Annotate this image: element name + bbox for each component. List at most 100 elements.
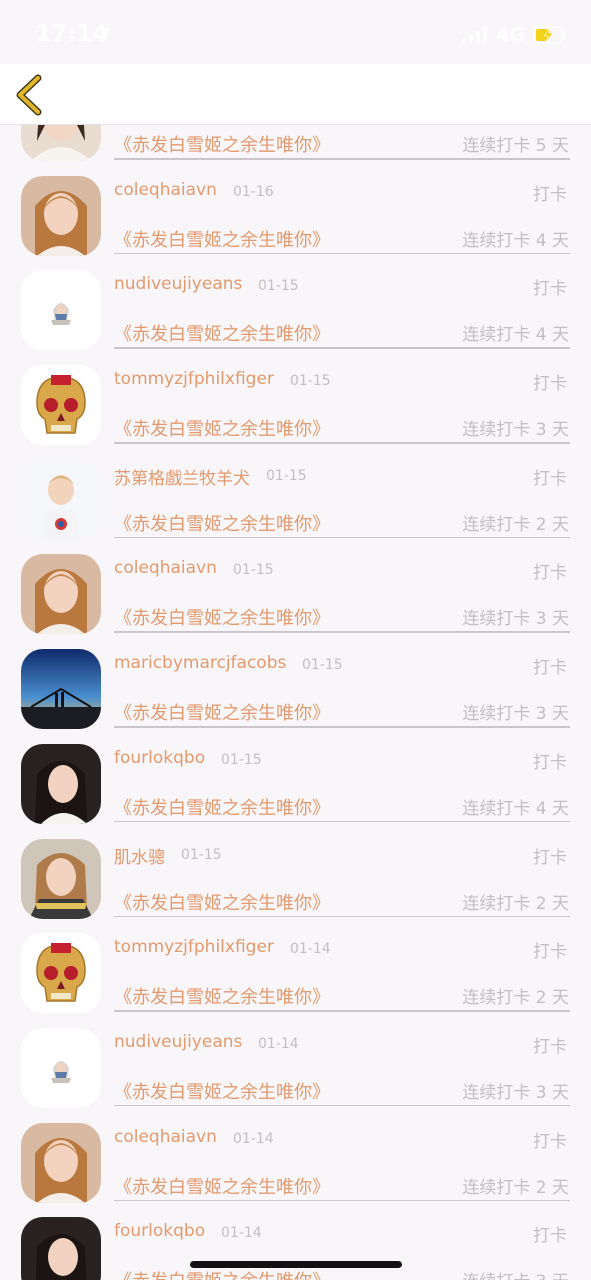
book-title[interactable]: 《赤发白雪姬之余生唯你》 [114,604,330,630]
list-item[interactable]: nudiveujiyeans 01-15 打卡 《赤发白雪姬之余生唯你》 连续打… [0,250,591,351]
streak-label: 连续打卡 3 天 [462,609,569,630]
checkin-date: 01-15 [181,846,222,863]
home-indicator[interactable] [190,1261,402,1268]
checkin-date: 01-15 [233,562,274,579]
book-title[interactable]: 《赤发白雪姬之余生唯你》 [114,699,330,725]
book-title[interactable]: 《赤发白雪姬之余生唯你》 [114,320,330,346]
book-title[interactable]: 《赤发白雪姬之余生唯你》 [114,226,330,252]
checkin-date: 01-15 [221,751,262,768]
avatar-image [21,554,101,635]
book-title[interactable]: 《赤发白雪姬之余生唯你》 [114,983,330,1009]
avatar-image [21,175,101,256]
avatar[interactable] [21,175,101,256]
checkin-action-label: 打卡 [533,1036,567,1057]
avatar-image [21,1122,101,1203]
book-title[interactable]: 《赤发白雪姬之余生唯你》 [114,794,330,820]
list-item[interactable]: 肌水骢 01-15 打卡 《赤发白雪姬之余生唯你》 连续打卡 2 天 [0,819,591,919]
navigation-bar [0,64,591,125]
checkin-date: 01-15 [302,657,343,674]
avatar[interactable] [21,365,101,446]
streak-label: 连续打卡 3 天 [462,1267,569,1280]
checkin-date: 01-14 [221,1225,262,1242]
list-item[interactable]: coleqhaiavn 01-16 打卡 《赤发白雪姬之余生唯你》 连续打卡 4… [0,156,591,256]
avatar[interactable] [21,1027,101,1108]
network-label: 4G [496,24,525,46]
checkin-date: 01-14 [233,1130,274,1147]
user-name[interactable]: fourlokqbo [114,1221,205,1241]
list-item[interactable]: maricbymarcjfacobs 01-15 打卡 《赤发白雪姬之余生唯你》… [0,629,591,730]
avatar[interactable] [21,270,101,351]
book-title[interactable]: 《赤发白雪姬之余生唯你》 [114,415,330,441]
book-title[interactable]: 《赤发白雪姬之余生唯你》 [114,1173,330,1199]
book-title[interactable]: 《赤发白雪姬之余生唯你》 [114,889,330,915]
checkin-action-label: 打卡 [533,374,567,395]
list-item[interactable]: 《赤发白雪姬之余生唯你》 连续打卡 5 天 [0,125,591,161]
status-bar: 17:14 4G [0,0,591,64]
back-button[interactable] [10,74,50,116]
avatar-image [21,838,101,919]
signal-icon [462,27,488,43]
user-name[interactable]: coleqhaiavn [114,1127,217,1147]
book-title[interactable]: 《赤发白雪姬之余生唯你》 [114,131,330,157]
avatar[interactable] [21,838,101,919]
avatar[interactable] [21,1217,101,1280]
checkin-action-label: 打卡 [533,1131,567,1152]
avatar[interactable] [21,933,101,1014]
avatar-image [21,1027,101,1108]
avatar[interactable] [21,554,101,635]
user-name[interactable]: nudiveujiyeans [114,1032,242,1052]
checkin-action-label: 打卡 [533,468,567,489]
user-name[interactable]: fourlokqbo [114,748,205,768]
list-item[interactable]: tommyzjfphilxfiger 01-14 打卡 《赤发白雪姬之余生唯你》… [0,913,591,1014]
checkin-date: 01-14 [258,1035,299,1052]
user-name[interactable]: maricbymarcjfacobs [114,653,286,673]
list-item[interactable]: coleqhaiavn 01-14 打卡 《赤发白雪姬之余生唯你》 连续打卡 2… [0,1103,591,1203]
checkin-action-label: 打卡 [533,184,567,205]
streak-label: 连续打卡 4 天 [462,325,569,346]
streak-label: 连续打卡 2 天 [462,988,569,1009]
list-item[interactable]: nudiveujiyeans 01-14 打卡 《赤发白雪姬之余生唯你》 连续打… [0,1008,591,1108]
checkin-list[interactable]: 《赤发白雪姬之余生唯你》 连续打卡 5 天 coleqhaiavn 01-16 … [0,125,591,1280]
avatar[interactable] [21,459,101,540]
streak-label: 连续打卡 2 天 [462,1177,569,1198]
streak-label: 连续打卡 2 天 [462,893,569,914]
user-name[interactable]: tommyzjfphilxfiger [114,937,274,957]
checkin-date: 01-14 [290,941,331,958]
checkin-date: 01-16 [233,183,274,200]
checkin-action-label: 打卡 [533,1226,567,1247]
user-name[interactable]: nudiveujiyeans [114,274,242,294]
checkin-action-label: 打卡 [533,942,567,963]
avatar-image [21,1217,101,1280]
book-title[interactable]: 《赤发白雪姬之余生唯你》 [114,510,330,536]
checkin-date: 01-15 [258,278,299,295]
avatar-image [21,459,101,540]
checkin-date: 01-15 [266,467,307,484]
streak-label: 连续打卡 4 天 [462,798,569,819]
avatar[interactable] [21,1122,101,1203]
back-chevron-icon [16,74,42,116]
avatar-image [21,743,101,824]
avatar-image [21,933,101,1014]
checkin-action-label: 打卡 [533,847,567,868]
checkin-action-label: 打卡 [533,279,567,300]
checkin-action-label: 打卡 [533,658,567,679]
avatar-image [21,649,101,730]
user-name[interactable]: coleqhaiavn [114,558,217,578]
list-item[interactable]: fourlokqbo 01-15 打卡 《赤发白雪姬之余生唯你》 连续打卡 4 … [0,724,591,824]
list-item[interactable]: tommyzjfphilxfiger 01-15 打卡 《赤发白雪姬之余生唯你》… [0,345,591,446]
location-arrow-icon [99,27,111,39]
book-title[interactable]: 《赤发白雪姬之余生唯你》 [114,1078,330,1104]
book-title[interactable]: 《赤发白雪姬之余生唯你》 [114,1267,330,1280]
user-name[interactable]: 肌水骢 [114,843,165,868]
user-name[interactable]: tommyzjfphilxfiger [114,369,274,389]
user-name[interactable]: 苏第格戲兰牧羊犬 [114,464,250,489]
avatar[interactable] [21,649,101,730]
status-indicators: 4G [462,24,567,46]
streak-label: 连续打卡 3 天 [462,1082,569,1103]
checkin-list-inner: 《赤发白雪姬之余生唯你》 连续打卡 5 天 coleqhaiavn 01-16 … [0,125,591,1280]
list-item[interactable]: coleqhaiavn 01-15 打卡 《赤发白雪姬之余生唯你》 连续打卡 3… [0,534,591,635]
user-name[interactable]: coleqhaiavn [114,180,217,200]
avatar[interactable] [21,743,101,824]
streak-label: 连续打卡 2 天 [462,514,569,535]
list-item[interactable]: 苏第格戲兰牧羊犬 01-15 打卡 《赤发白雪姬之余生唯你》 连续打卡 2 天 [0,440,591,540]
